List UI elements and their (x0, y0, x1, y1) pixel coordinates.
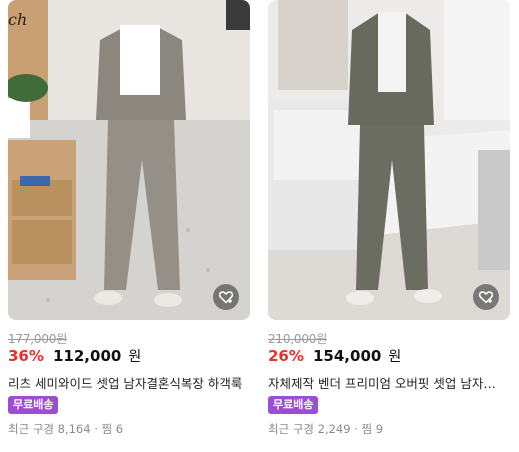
wishlist-button[interactable] (473, 284, 499, 310)
product-card[interactable]: 210,000원 26% 154,000 원 자체제작 벤더 프리미엄 오버핏 … (268, 0, 510, 436)
logo-text: ch (8, 10, 27, 29)
free-shipping-badge: 무료배송 (8, 396, 59, 414)
product-title[interactable]: 자체제작 벤더 프리미엄 오버핏 셋업 남자하객룩 (268, 373, 506, 392)
recent-views: 최근 구경 8,164 (8, 422, 91, 436)
separator: · (354, 422, 358, 436)
product-image[interactable] (268, 0, 510, 320)
heart-plus-icon (478, 291, 494, 304)
product-stats: 최근 구경 2,249 · 찜 9 (268, 421, 383, 437)
price-line: 36% 112,000 원 (8, 346, 141, 366)
product-title[interactable]: 리츠 세미와이드 셋업 남자결혼식복장 하객룩 (8, 373, 246, 392)
original-price: 177,000원 (8, 332, 68, 346)
product-card[interactable]: ch 177,000원 36% 112,000 원 리츠 세미와이드 셋업 남자… (8, 0, 250, 436)
discount-rate: 36% (8, 347, 44, 365)
discount-rate: 26% (268, 347, 304, 365)
wishlist-count: 찜 9 (361, 422, 384, 436)
currency: 원 (128, 349, 142, 365)
original-price: 210,000원 (268, 332, 328, 346)
currency: 원 (388, 349, 402, 365)
separator: · (94, 422, 98, 436)
wishlist-count: 찜 6 (101, 422, 124, 436)
product-image[interactable]: ch (8, 0, 250, 320)
recent-views: 최근 구경 2,249 (268, 422, 351, 436)
sale-price: 154,000 (313, 347, 382, 365)
free-shipping-badge: 무료배송 (268, 396, 319, 414)
sale-price: 112,000 (53, 347, 122, 365)
wishlist-button[interactable] (213, 284, 239, 310)
product-stats: 최근 구경 8,164 · 찜 6 (8, 421, 123, 437)
heart-plus-icon (218, 291, 234, 304)
price-line: 26% 154,000 원 (268, 346, 401, 366)
